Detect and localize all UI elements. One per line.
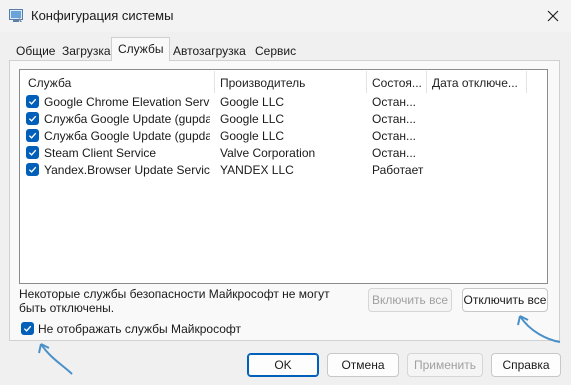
column-divider[interactable] [426,71,427,93]
close-icon [547,10,559,22]
apply-button[interactable]: Применить [407,353,483,377]
service-checkbox[interactable] [26,146,39,159]
column-header-date[interactable]: Дата отключе... [432,76,532,90]
service-name: Служба Google Update (gupdate) [44,112,210,126]
service-vendor: Google LLC [220,129,285,143]
column-header-vendor[interactable]: Производитель [220,76,360,90]
hide-microsoft-services-checkbox[interactable] [21,322,34,335]
tab-startup[interactable]: Автозагрузка [166,40,253,60]
ok-button[interactable]: OK [247,353,319,377]
service-status: Остан... [372,129,416,143]
close-button[interactable] [541,4,565,28]
system-config-icon [9,9,23,23]
column-divider[interactable] [366,71,367,93]
help-button[interactable]: Справка [491,353,561,377]
cancel-button[interactable]: Отмена [327,353,399,377]
table-row[interactable]: Yandex.Browser Update Service YANDEX LLC Р… [20,162,547,179]
service-status: Работает [372,163,424,177]
column-header-service[interactable]: Служба [28,76,208,90]
hide-microsoft-services-label[interactable]: Не отображать службы Майкрософт [38,322,241,336]
table-row[interactable]: Служба Google Update (gupdate) Google LLC… [20,111,547,128]
service-checkbox[interactable] [26,163,39,176]
table-row[interactable]: Служба Google Update (gupdate... Google L… [20,128,547,145]
service-name: Yandex.Browser Update Service [44,163,210,177]
enable-all-button[interactable]: Включить все [368,288,452,312]
checkmark-icon [28,132,37,139]
column-divider[interactable] [526,71,527,93]
service-checkbox[interactable] [26,129,39,142]
security-note: Некоторые службы безопасности Майкрософт… [19,287,330,315]
service-vendor: Google LLC [220,112,285,126]
services-list[interactable]: Служба Производитель Состоя... Дата откл… [19,69,548,284]
tab-tools[interactable]: Сервис [248,40,303,60]
service-name: Google Chrome Elevation Servic... [44,95,210,109]
service-status: Остан... [372,146,416,160]
service-vendor: Google LLC [220,95,285,109]
column-header-status[interactable]: Состоя... [372,76,424,90]
checkmark-icon [28,98,37,105]
service-checkbox[interactable] [26,112,39,125]
table-row[interactable]: Steam Client Service Valve Corporation Ост… [20,145,547,162]
service-checkbox[interactable] [26,95,39,108]
annotation-arrow-icon [517,315,561,343]
annotation-arrow-icon [38,343,73,375]
service-name: Steam Client Service [44,146,157,160]
table-row[interactable]: Google Chrome Elevation Servic... Google … [20,94,547,111]
tab-boot[interactable]: Загрузка [55,40,118,60]
column-divider[interactable] [214,71,215,93]
service-status: Остан... [372,112,416,126]
checkmark-icon [23,325,32,332]
checkmark-icon [28,166,37,173]
checkmark-icon [28,149,37,156]
service-vendor: Valve Corporation [220,146,316,160]
service-status: Остан... [372,95,416,109]
service-name: Служба Google Update (gupdate... [44,129,210,143]
service-vendor: YANDEX LLC [220,163,294,177]
checkmark-icon [28,115,37,122]
tab-services[interactable]: Службы [111,37,171,61]
window-title: Конфигурация системы [31,8,174,23]
